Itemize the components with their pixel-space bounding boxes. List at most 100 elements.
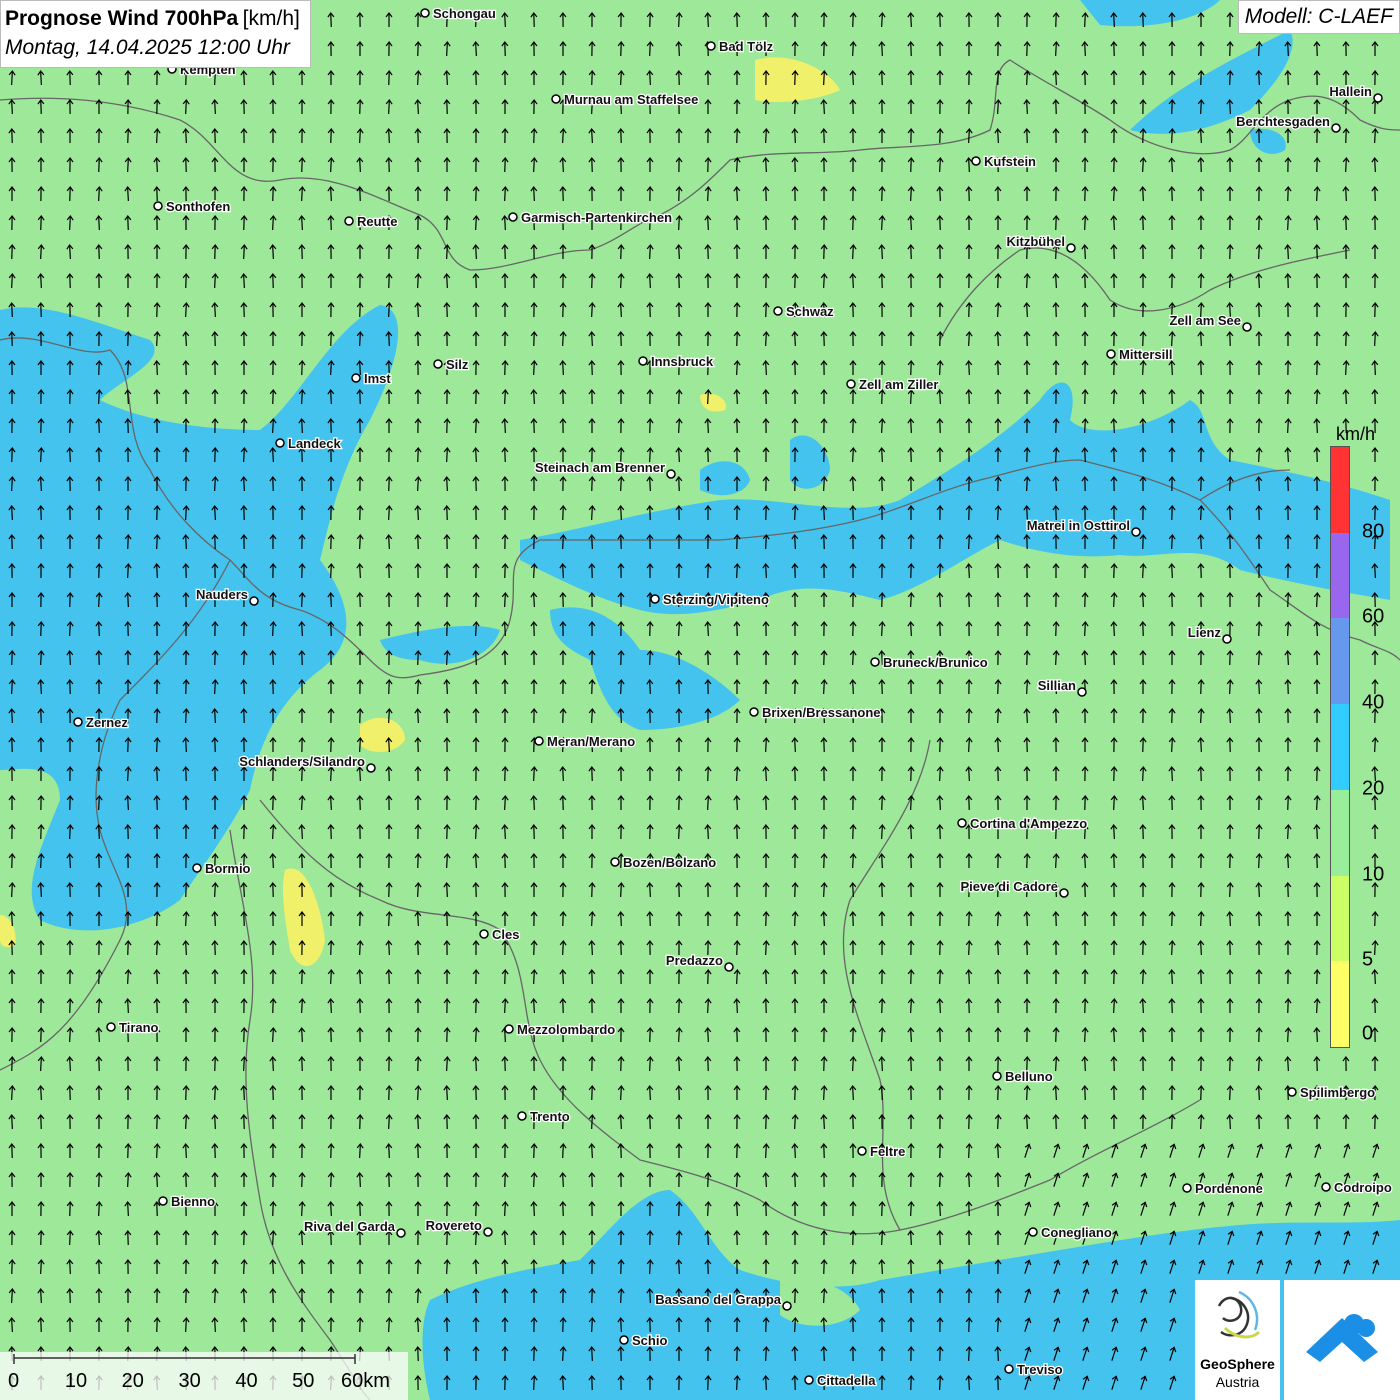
map-title-unit: [km/h] [242,7,300,30]
city-marker: Mezzolombardo [504,1021,617,1038]
city-label: Bad Tölz [719,39,774,54]
scale-label: 20 [121,1370,144,1392]
city-dot-icon [846,379,856,389]
city-dot-icon [1331,123,1341,133]
scale-label: 30 [178,1370,201,1392]
city-label: Bozen/Bolzano [623,855,716,870]
city-label: Sonthofen [166,199,230,214]
legend-segment [1331,704,1349,790]
legend-segment [1331,618,1349,705]
city-marker: Bruneck/Brunico [870,654,989,671]
city-dot-icon [1028,1227,1038,1237]
city-dot-icon [508,212,518,222]
city-dot-icon [106,1022,116,1032]
city-label: Zell am See [1169,313,1241,328]
city-marker: Meran/Merano [534,733,636,750]
legend-segment [1331,875,1349,962]
map-title: Prognose Wind 700hPa [5,7,239,30]
city-label: Hallein [1329,84,1372,99]
legend-tick-label: 5 [1362,948,1374,971]
city-label: Bassano del Grappa [655,1292,781,1307]
city-dot-icon [275,438,285,448]
city-dot-icon [666,469,676,479]
city-label: Bienno [171,1194,215,1209]
city-marker: Conegliano [1028,1224,1113,1241]
city-label: Berchtesgaden [1236,114,1330,129]
city-dot-icon [1077,687,1087,697]
city-label: Zell am Ziller [859,377,938,392]
city-marker: Sterzing/Vipiteno [650,591,770,608]
legend-segment [1331,789,1349,876]
scale-label: 40 [235,1370,258,1392]
city-marker: Cortina d'Ampezzo [957,815,1089,832]
city-dot-icon [857,1146,867,1156]
city-label: Predazzo [666,953,723,968]
city-label: Matrei in Osttirol [1027,518,1130,533]
city-label: Silz [446,357,469,372]
app-logo[interactable] [1284,1280,1400,1400]
city-dot-icon [192,863,202,873]
city-label: Mittersill [1119,347,1172,362]
city-dot-icon [870,657,880,667]
city-label: Trento [530,1109,570,1124]
title-box: Prognose Wind 700hPa [km/h] Montag, 14.0… [0,0,311,68]
scale-bar: 0 10 20 30 40 50 60km [0,1352,408,1400]
city-label: Steinach am Brenner [535,460,665,475]
city-marker: Murnau am Staffelsee [551,91,700,108]
legend-tick-label: 0 [1362,1022,1374,1045]
city-marker: Innsbruck [638,353,715,370]
city-dot-icon [619,1335,629,1345]
city-dot-icon [73,717,83,727]
city-label: Meran/Merano [547,734,635,749]
model-label: Modell: C-LAEF [1237,0,1400,34]
city-dot-icon [773,306,783,316]
city-label: Reutte [357,214,397,229]
legend-tick-label: 10 [1362,863,1385,886]
city-marker: Schongau [420,5,497,22]
city-marker: Garmisch-Partenkirchen [508,209,673,226]
city-label: Pordenone [1195,1181,1263,1196]
city-label: Garmisch-Partenkirchen [521,210,672,225]
legend-unit: km/h [1336,424,1376,444]
legend-tick-label: 40 [1362,691,1385,714]
scale-label: 50 [292,1370,315,1392]
city-label: Rovereto [426,1218,482,1233]
city-label: Pieve di Cadore [960,879,1058,894]
geosphere-logo[interactable]: GeoSphere Austria [1195,1280,1280,1400]
city-label: Kitzbühel [1007,234,1066,249]
geosphere-sub: Austria [1215,1374,1260,1390]
city-marker: Zell am Ziller [846,376,940,393]
city-label: Innsbruck [651,354,714,369]
forecast-date: Montag, 14.04.2025 12:00 Uhr [5,36,290,59]
city-label: Cles [492,927,519,942]
legend-tick-label: 20 [1362,777,1385,800]
city-label: Schlanders/Silandro [239,754,365,769]
city-dot-icon [971,156,981,166]
city-label: Imst [364,371,391,386]
city-dot-icon [534,736,544,746]
city-dot-icon [1059,888,1069,898]
city-label: Codroipo [1334,1180,1392,1195]
city-label: Murnau am Staffelsee [564,92,698,107]
city-dot-icon [782,1301,792,1311]
scale-label: 0 [8,1370,20,1392]
scale-label: 10 [64,1370,88,1392]
city-dot-icon [1222,634,1232,644]
city-label: Conegliano [1041,1225,1112,1240]
legend-segment [1331,532,1349,619]
city-label: Landeck [288,436,342,451]
city-label: Belluno [1005,1069,1053,1084]
city-marker: Sonthofen [153,198,232,215]
city-dot-icon [351,373,361,383]
geosphere-swirl-icon [1217,1290,1261,1339]
city-label: Cortina d'Ampezzo [970,816,1087,831]
city-label: Schongau [433,6,496,21]
city-dot-icon [1182,1183,1192,1193]
city-marker: Pordenone [1182,1180,1264,1197]
city-label: Sterzing/Vipiteno [663,592,769,607]
city-label: Schwaz [786,304,834,319]
wind-map: SchongauBad TölzKemptenHalleinMurnau am … [0,0,1400,1400]
city-label: Sillian [1038,678,1076,693]
city-label: Spilimbergo [1300,1085,1375,1100]
city-dot-icon [957,818,967,828]
